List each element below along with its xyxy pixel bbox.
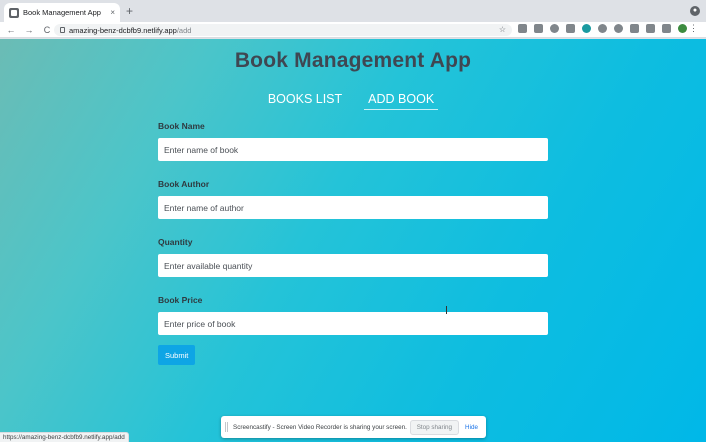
book-price-field: Book Price [158, 295, 548, 335]
share-message: Screencastify - Screen Video Recorder is… [233, 423, 407, 431]
quantity-label: Quantity [158, 237, 193, 247]
app-title: Book Management App [234, 49, 472, 72]
extension-icon[interactable] [630, 24, 639, 33]
app-nav: BOOKS LIST ADD BOOK [0, 92, 706, 110]
book-price-input[interactable] [158, 312, 548, 335]
page-content: Book Management App BOOKS LIST ADD BOOK … [0, 39, 706, 442]
extension-icon[interactable] [566, 24, 575, 33]
reload-button[interactable]: C [40, 23, 54, 37]
url-path: /add [176, 25, 192, 35]
book-name-field: Book Name [158, 121, 548, 161]
quantity-input[interactable] [158, 254, 548, 277]
browser-menu-icon[interactable]: ⋮ [689, 23, 698, 34]
book-price-label: Book Price [158, 295, 203, 305]
window-profile-icon[interactable]: ● [690, 6, 700, 16]
extension-icon[interactable] [582, 24, 591, 33]
url-host: amazing-benz-dcbfb9.netlify.app [69, 25, 177, 35]
book-author-label: Book Author [158, 179, 210, 189]
back-button[interactable]: ← [4, 23, 18, 37]
address-bar[interactable]: amazing-benz-dcbfb9.netlify.app/add ☆ [54, 24, 512, 36]
extension-icon[interactable] [534, 24, 543, 33]
text-cursor-icon [446, 306, 448, 314]
forward-button[interactable]: → [22, 23, 36, 37]
book-name-input[interactable] [158, 138, 548, 161]
screen-share-bar: Screencastify - Screen Video Recorder is… [221, 416, 486, 438]
status-bar-url: https://amazing-benz-dcbfb9.netlify.app/… [0, 432, 129, 442]
extension-icon[interactable] [646, 24, 655, 33]
browser-toolbar: ← → C amazing-benz-dcbfb9.netlify.app/ad… [0, 22, 706, 38]
book-author-input[interactable] [158, 196, 548, 219]
submit-button[interactable]: Submit [158, 345, 196, 365]
extensions-area [518, 24, 694, 33]
lock-icon [60, 27, 65, 33]
quantity-field: Quantity [158, 237, 548, 277]
stop-sharing-button[interactable]: Stop sharing [409, 419, 460, 435]
tab-title: Book Management App [23, 8, 101, 17]
drag-handle-icon[interactable] [225, 422, 228, 432]
nav-add-book-link[interactable]: ADD BOOK [364, 92, 439, 110]
tab-close-icon[interactable]: × [110, 8, 115, 17]
address-url: amazing-benz-dcbfb9.netlify.app/add [69, 26, 191, 35]
browser-tab-strip: Book Management App × + ● [0, 0, 706, 22]
add-book-form: Book Name Book Author Quantity Book Pric… [158, 121, 548, 353]
extension-icon[interactable] [598, 24, 607, 33]
profile-avatar-icon[interactable] [678, 24, 687, 33]
new-tab-button[interactable]: + [126, 3, 133, 19]
hide-share-bar-button[interactable]: Hide [465, 424, 478, 431]
book-name-label: Book Name [158, 121, 205, 131]
extension-icon[interactable] [550, 24, 559, 33]
extension-icon[interactable] [614, 24, 623, 33]
page-favicon-icon [9, 7, 19, 18]
book-author-field: Book Author [158, 179, 548, 219]
extensions-puzzle-icon[interactable] [662, 24, 671, 33]
nav-books-list-link[interactable]: BOOKS LIST [268, 92, 342, 110]
browser-tab[interactable]: Book Management App × [4, 3, 120, 22]
extension-icon[interactable] [518, 24, 527, 33]
bookmark-star-icon[interactable]: ☆ [499, 24, 506, 36]
